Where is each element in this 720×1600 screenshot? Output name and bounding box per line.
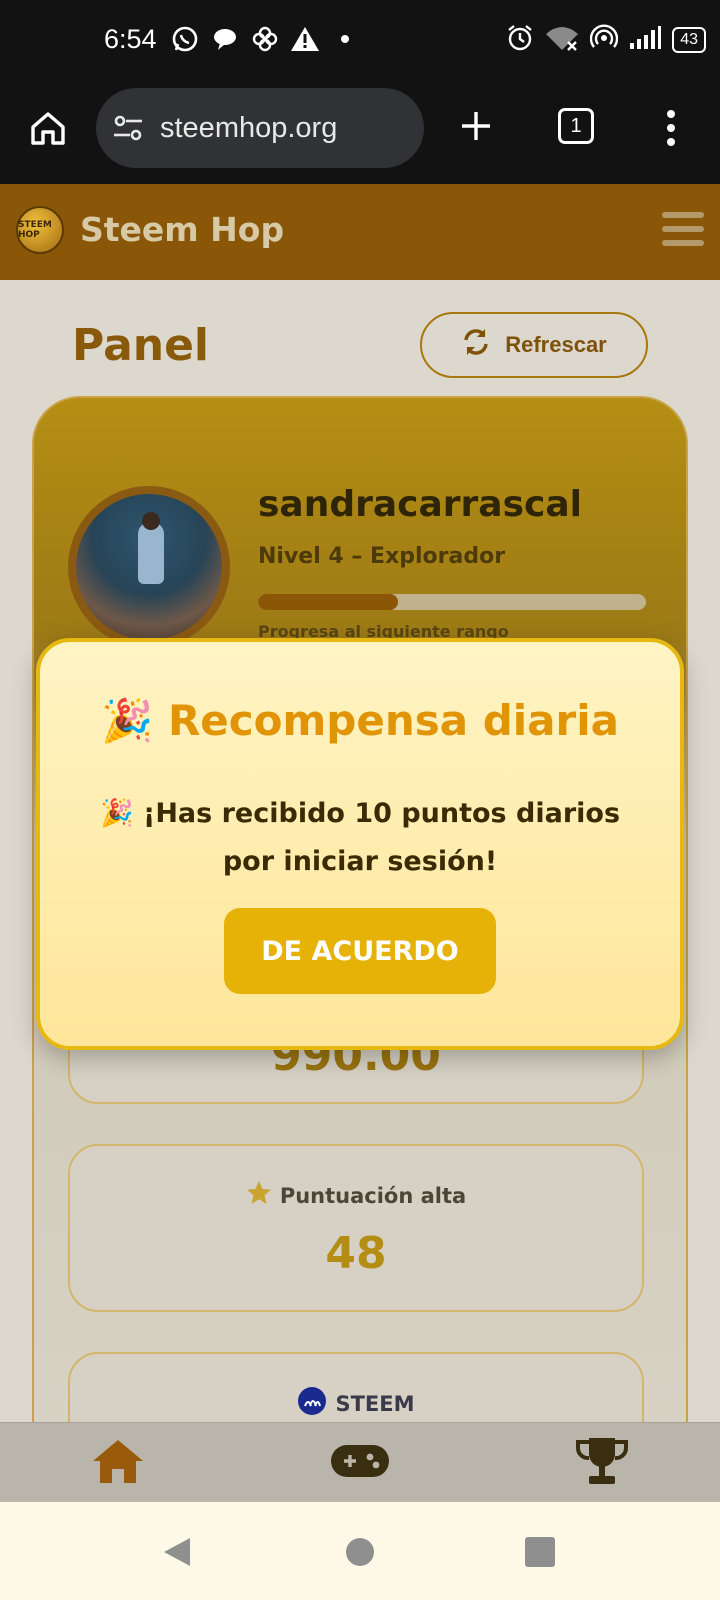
- nav-games[interactable]: [330, 1435, 390, 1491]
- warning-icon: [290, 24, 320, 54]
- high-score-card: Puntuación alta 48: [68, 1144, 644, 1312]
- rank-progress-bar: [258, 594, 646, 610]
- dialog-message: 🎉 ¡Has recibido 10 puntos diarios por in…: [99, 798, 621, 877]
- daily-reward-dialog: 🎉 Recompensa diaria 🎉 ¡Has recibido 10 p…: [36, 638, 684, 1050]
- bottom-navigation: [0, 1422, 720, 1502]
- recents-icon[interactable]: [522, 1534, 558, 1570]
- steem-heading: STEEM: [70, 1386, 642, 1421]
- pinwheel-icon: [250, 24, 280, 54]
- notification-icons: [170, 24, 360, 54]
- nav-home[interactable]: [88, 1435, 148, 1491]
- whatsapp-icon: [170, 24, 200, 54]
- home-circle-icon[interactable]: [342, 1534, 378, 1570]
- hotspot-icon: [590, 24, 619, 56]
- refresh-button[interactable]: Refrescar: [420, 312, 648, 378]
- app-header: STEEM HOP Steem Hop: [0, 184, 720, 280]
- wifi-off-icon: [544, 24, 580, 56]
- browser-menu-button[interactable]: [664, 108, 678, 148]
- back-icon[interactable]: [160, 1534, 196, 1570]
- refresh-icon: [461, 327, 491, 363]
- signal-icon: [628, 25, 662, 55]
- nav-leaderboard[interactable]: [572, 1435, 632, 1491]
- browser-toolbar: steemhop.org 1: [0, 84, 720, 184]
- url-text: steemhop.org: [160, 111, 338, 144]
- avatar: [76, 494, 222, 640]
- battery-level: 43: [672, 27, 706, 53]
- steem-card: STEEM: [68, 1352, 644, 1422]
- page-title: Panel: [72, 320, 210, 371]
- party-popper-icon: 🎉: [101, 696, 154, 745]
- chat-icon: [210, 24, 240, 54]
- address-bar[interactable]: steemhop.org: [96, 88, 424, 168]
- refresh-label: Refrescar: [505, 332, 607, 357]
- user-level: Nivel 4 – Explorador: [258, 544, 506, 569]
- high-score-heading: Puntuación alta: [70, 1180, 642, 1211]
- avatar-frame: [68, 486, 230, 648]
- steemhop-logo[interactable]: STEEM HOP: [16, 206, 64, 254]
- brand-name[interactable]: Steem Hop: [80, 210, 284, 249]
- dialog-title: 🎉 Recompensa diaria: [40, 696, 680, 746]
- alarm-icon: [506, 24, 534, 56]
- system-navigation-bar: [0, 1502, 720, 1600]
- home-icon: [91, 1437, 145, 1489]
- rank-progress-fill: [258, 594, 398, 610]
- new-tab-button[interactable]: [456, 106, 496, 146]
- tab-switcher-button[interactable]: 1: [558, 108, 594, 144]
- steem-logo-icon: [297, 1386, 327, 1421]
- status-bar: 6:54 43: [0, 0, 720, 84]
- system-icons: 43: [506, 24, 706, 56]
- status-time: 6:54: [104, 24, 157, 54]
- agree-button[interactable]: DE ACUERDO: [224, 908, 496, 994]
- browser-home-button[interactable]: [28, 108, 68, 148]
- gamepad-icon: [330, 1443, 390, 1483]
- dialog-title-text: Recompensa diaria: [167, 696, 619, 745]
- steem-label: STEEM: [335, 1391, 415, 1416]
- star-icon: [246, 1180, 272, 1211]
- username: sandracarrascal: [258, 484, 582, 525]
- high-score-label: Puntuación alta: [279, 1183, 467, 1208]
- high-score-value: 48: [325, 1228, 387, 1279]
- site-settings-icon[interactable]: [112, 112, 144, 144]
- dot-icon: [330, 24, 360, 54]
- hamburger-menu-icon[interactable]: [662, 212, 704, 248]
- trophy-icon: [575, 1436, 629, 1490]
